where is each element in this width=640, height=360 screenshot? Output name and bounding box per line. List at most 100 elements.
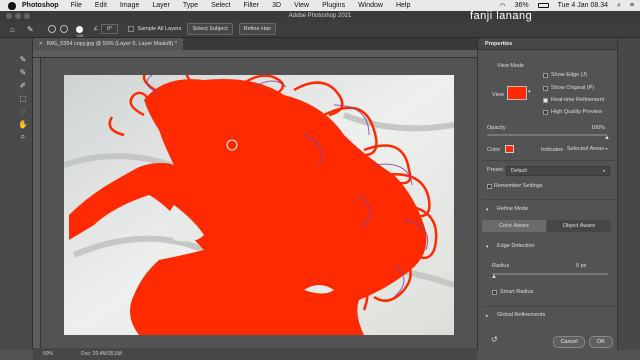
properties-panel: Properties View Mode View ▾ Show Edge (J… bbox=[477, 38, 617, 350]
battery-icon[interactable] bbox=[537, 3, 549, 8]
home-icon[interactable]: ⌂ bbox=[10, 25, 15, 34]
preset-value: Default bbox=[511, 168, 527, 174]
selection-overlay bbox=[64, 75, 454, 335]
spotlight-icon[interactable]: ⌕ bbox=[617, 2, 621, 10]
show-edge-checkbox[interactable] bbox=[543, 73, 548, 78]
right-dock-strip bbox=[617, 38, 640, 350]
view-mode-label: View Mode bbox=[497, 63, 525, 69]
brush-size-preview[interactable] bbox=[75, 25, 83, 33]
smart-radius-checkbox[interactable] bbox=[492, 290, 497, 295]
radius-slider-thumb[interactable]: ▲ bbox=[491, 274, 497, 280]
show-original-checkbox[interactable] bbox=[543, 86, 548, 91]
smart-radius-label: Smart Radius bbox=[500, 289, 534, 295]
add-to-selection-icon[interactable] bbox=[47, 25, 56, 33]
view-mode-thumbnail[interactable] bbox=[507, 86, 527, 100]
chevron-down-icon[interactable]: ▾ bbox=[528, 89, 531, 95]
opacity-slider-track[interactable] bbox=[487, 134, 607, 136]
high-quality-preview-checkbox[interactable] bbox=[543, 110, 548, 115]
close-window-icon[interactable] bbox=[6, 13, 12, 19]
horizontal-ruler[interactable] bbox=[33, 50, 477, 58]
close-tab-icon[interactable]: × bbox=[39, 41, 42, 47]
menu-filter[interactable]: Filter bbox=[244, 2, 260, 9]
menu-type[interactable]: Type bbox=[183, 2, 198, 9]
menu-3d[interactable]: 3D bbox=[272, 2, 281, 9]
clock[interactable]: Tue 4 Jan 08.34 bbox=[558, 2, 608, 9]
document-tab-bar: × IMG_0354 copy.jpg @ 50% (Layer 0, Laye… bbox=[33, 38, 477, 50]
document-info[interactable]: Doc: 20,4M/35,5M bbox=[81, 348, 122, 360]
radius-label: Radius bbox=[492, 263, 510, 269]
zoom-level[interactable]: 50% bbox=[43, 348, 53, 360]
real-time-refinement-label: Real-time Refinement bbox=[551, 97, 605, 103]
cancel-button[interactable]: Cancel bbox=[553, 336, 585, 348]
wifi-icon[interactable]: ◠ bbox=[500, 2, 506, 10]
vertical-ruler[interactable] bbox=[33, 58, 41, 350]
menu-image[interactable]: Image bbox=[120, 2, 139, 9]
menu-layer[interactable]: Layer bbox=[152, 2, 170, 9]
zoom-window-icon[interactable] bbox=[24, 13, 30, 19]
preset-dropdown[interactable]: Default ▾ bbox=[506, 166, 610, 176]
document-tab-label: IMG_0354 copy.jpg @ 50% (Layer 0, Layer … bbox=[46, 41, 177, 47]
refine-edge-brush-icon[interactable]: ✎ bbox=[18, 67, 28, 77]
show-original-label: Show Original (P) bbox=[551, 85, 595, 91]
menu-view[interactable]: View bbox=[294, 2, 309, 9]
traffic-lights bbox=[6, 13, 30, 19]
brush-tool-icon[interactable]: ✐ bbox=[18, 80, 28, 90]
window-title-bar: Adobe Photoshop 2021 bbox=[0, 11, 640, 21]
menu-select[interactable]: Select bbox=[211, 2, 230, 9]
object-aware-button[interactable]: Object Aware bbox=[547, 220, 611, 232]
apple-icon[interactable] bbox=[8, 1, 16, 10]
indicates-dropdown[interactable]: Selected Areas ▾ bbox=[567, 146, 608, 152]
show-edge-label: Show Edge (J) bbox=[551, 72, 588, 78]
status-bar: 50% Doc: 20,4M/35,5M bbox=[33, 348, 477, 360]
remember-settings-checkbox[interactable] bbox=[487, 184, 492, 189]
refine-hair-button[interactable]: Refine Hair bbox=[238, 23, 277, 35]
select-subject-button[interactable]: Select Subject bbox=[187, 23, 233, 35]
brush-size-value[interactable]: 100 bbox=[77, 33, 84, 38]
chevron-down-icon[interactable]: ▾ bbox=[486, 244, 489, 250]
chevron-down-icon: ▾ bbox=[605, 146, 608, 151]
reset-icon[interactable]: ↺ bbox=[491, 335, 498, 344]
menu-plugins[interactable]: Plugins bbox=[322, 2, 345, 9]
app-menu[interactable]: Photoshop bbox=[22, 2, 59, 9]
properties-title: Properties bbox=[478, 38, 617, 50]
angle-value[interactable]: 0° bbox=[101, 24, 119, 34]
subtract-from-selection-icon[interactable] bbox=[59, 25, 68, 33]
chevron-down-icon[interactable]: ▾ bbox=[486, 207, 489, 213]
window-title: Adobe Photoshop 2021 bbox=[288, 13, 352, 19]
menu-file[interactable]: File bbox=[71, 2, 82, 9]
real-time-refinement-checkbox[interactable] bbox=[543, 98, 548, 103]
sample-all-layers-checkbox[interactable] bbox=[128, 26, 135, 32]
color-aware-button[interactable]: Color Aware bbox=[482, 220, 546, 232]
opacity-value[interactable]: 100% bbox=[591, 125, 605, 131]
indicates-value: Selected Areas bbox=[567, 146, 604, 152]
quick-selection-tool-icon[interactable]: ✎ bbox=[27, 25, 34, 34]
options-bar: ⌂ ✎ 100 ∠ 0° Sample All Layers Select Su… bbox=[0, 21, 640, 38]
menu-help[interactable]: Help bbox=[396, 2, 410, 9]
divider bbox=[482, 160, 616, 161]
quick-selection-tool-icon[interactable]: ✎ bbox=[18, 54, 28, 64]
ok-button[interactable]: OK bbox=[589, 336, 613, 348]
hand-tool-icon[interactable]: ✋ bbox=[18, 119, 28, 129]
chevron-right-icon[interactable]: ▸ bbox=[486, 313, 489, 319]
high-quality-preview-label: High Quality Preview bbox=[551, 109, 603, 115]
object-selection-icon[interactable]: ⬚ bbox=[18, 93, 28, 103]
opacity-slider-thumb[interactable]: ▲ bbox=[604, 135, 610, 141]
lasso-tool-icon[interactable]: ◌ bbox=[18, 106, 28, 116]
remember-settings-label: Remember Settings bbox=[494, 183, 543, 189]
zoom-tool-icon[interactable]: ⌕ bbox=[18, 132, 28, 142]
global-refinements-label: Global Refinements bbox=[497, 312, 546, 318]
refine-mode-label: Refine Mode bbox=[497, 206, 529, 212]
document-image[interactable] bbox=[64, 75, 454, 335]
menu-window[interactable]: Window bbox=[358, 2, 383, 9]
radius-slider-track[interactable] bbox=[492, 273, 608, 275]
canvas-area[interactable] bbox=[41, 58, 477, 348]
color-label: Color bbox=[487, 147, 501, 153]
document-tab[interactable]: × IMG_0354 copy.jpg @ 50% (Layer 0, Laye… bbox=[33, 38, 183, 50]
battery-percent: 36% bbox=[514, 2, 529, 9]
menu-edit[interactable]: Edit bbox=[95, 2, 107, 9]
radius-value[interactable]: 0 px bbox=[576, 263, 586, 269]
overlay-color-swatch[interactable] bbox=[505, 145, 514, 153]
divider bbox=[482, 199, 616, 200]
minimize-window-icon[interactable] bbox=[15, 13, 21, 19]
control-center-icon[interactable]: ≡ bbox=[630, 2, 634, 9]
